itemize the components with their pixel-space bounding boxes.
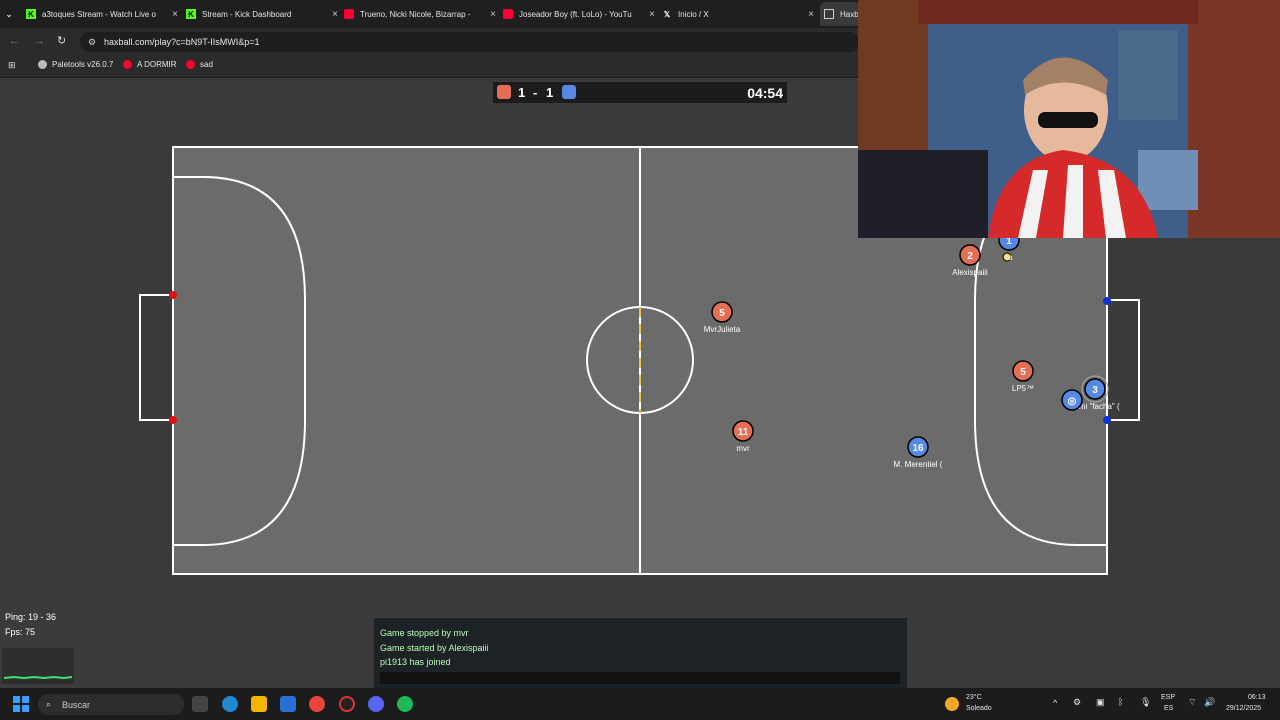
- fps-readout: Fps: 75: [5, 627, 36, 637]
- language-indicator-sub: ES: [1164, 705, 1174, 712]
- search-icon: ⌕: [46, 699, 52, 709]
- discord-icon[interactable]: [368, 696, 384, 712]
- tray-app-icon[interactable]: ⚙: [1073, 697, 1081, 708]
- red-team-swatch: [497, 85, 511, 99]
- sun-icon: [945, 697, 959, 711]
- player-number: 5: [719, 308, 725, 319]
- player-name: ta: [1006, 253, 1013, 262]
- tray-app-icon[interactable]: ▣: [1096, 697, 1105, 708]
- volume-icon[interactable]: 🔊: [1204, 697, 1215, 708]
- store-icon[interactable]: [280, 696, 296, 712]
- obs-icon[interactable]: [339, 696, 355, 712]
- wifi-icon[interactable]: ⌔: [1188, 697, 1196, 708]
- windows-start-icon[interactable]: [13, 696, 29, 712]
- match-timer: 04:54: [747, 85, 783, 101]
- file-explorer-icon[interactable]: [251, 696, 267, 712]
- fps-graph: [2, 648, 74, 684]
- score-red: 1: [518, 85, 526, 100]
- player-name: LP5™: [1012, 384, 1034, 393]
- blue-goalpost: [1103, 297, 1111, 305]
- player-red: 5 LP5™: [1012, 360, 1034, 393]
- chat-message: pi1913 has joined: [380, 657, 451, 667]
- red-goalpost: [169, 416, 177, 424]
- player-number: 2: [967, 251, 973, 262]
- ping-readout: Ping: 19 - 36: [5, 612, 57, 622]
- task-view-icon[interactable]: [192, 696, 208, 712]
- player-number: 3: [1092, 385, 1098, 396]
- spotify-icon[interactable]: [397, 696, 413, 712]
- red-goalpost: [169, 291, 177, 299]
- player-number: 11: [738, 427, 749, 438]
- network-stats: Ping: 19 - 36 Fps: 75: [5, 610, 56, 640]
- blue-goalpost: [1103, 416, 1111, 424]
- webcam-overlay: [858, 0, 1280, 238]
- player-name: Alexispaiii: [952, 268, 988, 277]
- weather-desc: Soleado: [966, 705, 992, 712]
- score-blue: 1: [546, 85, 554, 100]
- player-number: ◎: [1068, 396, 1077, 407]
- chat-box: Game stopped by mvr Game started by Alex…: [374, 618, 907, 688]
- chrome-icon[interactable]: [309, 696, 325, 712]
- weather-temp: 23°C: [966, 694, 982, 701]
- language-indicator[interactable]: ESP: [1161, 694, 1175, 701]
- blue-team-swatch: [562, 85, 576, 99]
- chat-message: Game started by Alexispaiii: [380, 643, 489, 653]
- player-name: MvrJulieta: [704, 325, 741, 334]
- player-name: M. Merentiel (: [894, 460, 943, 469]
- scoreboard: 1 - 1 04:54: [493, 82, 787, 103]
- score-separator: -: [533, 85, 538, 100]
- clock-date[interactable]: 29/12/2025: [1226, 705, 1261, 712]
- edge-icon[interactable]: [222, 696, 238, 712]
- player-number: 5: [1020, 367, 1026, 378]
- bluetooth-icon[interactable]: ᛒ: [1118, 697, 1123, 707]
- search-placeholder: Buscar: [62, 699, 91, 710]
- player-name: mvr: [736, 444, 750, 453]
- windows-taskbar: ⌕ Buscar 23°C Soleado ^ ⚙ ▣ ᛒ 🎙 ESP ES ⌔…: [0, 688, 1280, 720]
- microphone-icon[interactable]: 🎙: [1140, 697, 1151, 708]
- chevron-up-icon[interactable]: ^: [1053, 698, 1057, 708]
- chat-message: Game stopped by mvr: [380, 628, 469, 638]
- player-number: 16: [912, 443, 924, 454]
- chat-input[interactable]: [380, 672, 900, 684]
- clock-time[interactable]: 06:13: [1248, 694, 1266, 701]
- player-blue: ◎: [1061, 389, 1083, 411]
- taskbar-search[interactable]: ⌕ Buscar: [38, 694, 184, 715]
